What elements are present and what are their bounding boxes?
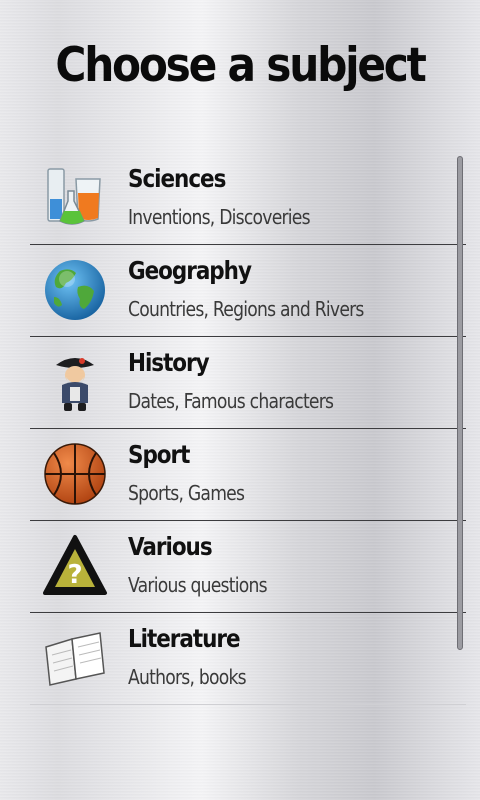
subject-subtitle: Countries, Regions and Rivers (128, 297, 364, 321)
subject-item-geography[interactable]: Geography Countries, Regions and Rivers (30, 245, 466, 337)
scrollbar[interactable] (457, 156, 463, 650)
subject-list: Sciences Inventions, Discoveries Geograp… (30, 153, 466, 705)
globe-icon (42, 257, 108, 323)
napoleon-character-icon (42, 349, 108, 415)
subject-title: Literature (128, 624, 241, 653)
subject-item-sciences[interactable]: Sciences Inventions, Discoveries (30, 153, 466, 245)
subject-subtitle: Dates, Famous characters (128, 389, 334, 413)
subject-item-history[interactable]: History Dates, Famous characters (30, 337, 466, 429)
subject-title: Geography (128, 256, 252, 285)
subject-item-literature[interactable]: Literature Authors, books (30, 613, 466, 705)
subject-title: Sciences (128, 164, 226, 193)
open-book-icon (42, 625, 108, 691)
subject-subtitle: Authors, books (128, 665, 247, 689)
subject-title: Sport (128, 440, 190, 469)
subject-subtitle: Various questions (128, 573, 268, 597)
basketball-icon (42, 441, 108, 507)
subject-title: Various (128, 532, 213, 561)
subject-title: History (128, 348, 210, 377)
subject-item-various[interactable]: ? Various Various questions (30, 521, 466, 613)
lab-flasks-icon (42, 165, 108, 231)
subject-subtitle: Inventions, Discoveries (128, 205, 311, 229)
svg-text:?: ? (67, 560, 82, 590)
subject-subtitle: Sports, Games (128, 481, 245, 505)
subject-item-sport[interactable]: Sport Sports, Games (30, 429, 466, 521)
question-triangle-icon: ? (42, 533, 108, 599)
page-title: Choose a subject (55, 38, 426, 93)
